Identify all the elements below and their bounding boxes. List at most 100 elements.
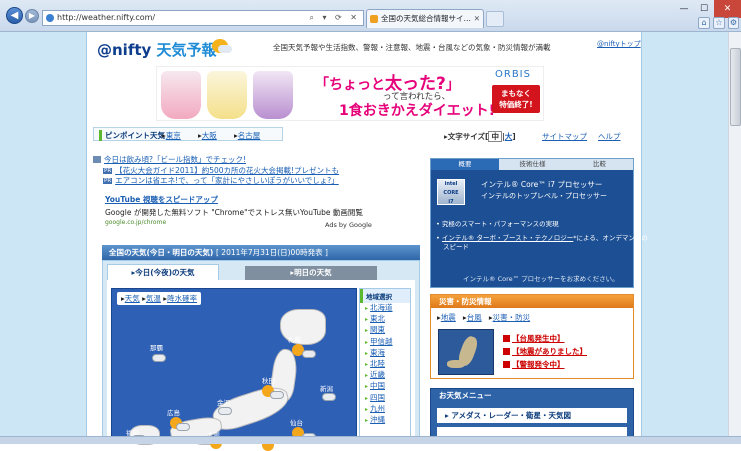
- url-text: http://weather.nifty.com/: [57, 13, 156, 22]
- national-weather-title: 全国の天気(今日・明日の天気): [109, 248, 214, 257]
- land-hokkaido: [280, 309, 326, 345]
- intel-tab-overview[interactable]: 概要: [431, 159, 499, 170]
- weather-menu-title: お天気メニュー: [439, 391, 492, 400]
- smoothie-banana-image: [207, 71, 247, 119]
- link-typhoon[interactable]: 台風: [467, 313, 482, 322]
- sitemap-link[interactable]: サイトマップ: [542, 131, 587, 142]
- orbis-logo: ORBIS: [495, 69, 531, 80]
- home-icon[interactable]: ⌂: [698, 17, 710, 29]
- region-kinki[interactable]: 近畿: [360, 370, 410, 381]
- minimize-button[interactable]: —: [674, 0, 694, 18]
- scrollbar-thumb[interactable]: [730, 48, 741, 126]
- pr-badge: PR: [103, 178, 113, 184]
- logo-nifty: @nifty: [97, 41, 152, 59]
- city-label-akita[interactable]: 秋田: [262, 375, 275, 385]
- favorites-star-icon[interactable]: ☆: [713, 17, 725, 29]
- region-chugoku[interactable]: 中国: [360, 381, 410, 392]
- mode-weather[interactable]: 天気: [125, 294, 140, 303]
- site-logo[interactable]: @nifty 天気予報: [97, 39, 217, 60]
- nifty-top-link[interactable]: @niftyトップ: [597, 39, 641, 49]
- news-item[interactable]: PR エアコンは省エネ!で、って「家計にやさしいぽうがいいでしょ?」: [103, 175, 339, 186]
- region-hokuriku[interactable]: 北陸: [360, 359, 410, 370]
- address-bar-buttons[interactable]: ⌕ ▾ ⟳ ✕: [309, 11, 360, 25]
- intel-product-name: インテル® Core™ i7 プロセッサー: [481, 180, 603, 189]
- city-label-hiroshima[interactable]: 広島: [167, 407, 180, 417]
- intel-feature-1: • 究極のスマート・パフォーマンスの実現: [436, 220, 559, 228]
- mode-temperature[interactable]: 気温: [146, 294, 161, 303]
- logo-cloud-icon: [218, 45, 232, 53]
- tab-favicon-icon: [370, 15, 378, 23]
- help-link[interactable]: ヘルプ: [598, 131, 621, 142]
- new-tab-button[interactable]: [486, 11, 504, 27]
- disaster-map-thumbnail[interactable]: [438, 329, 494, 375]
- news-item[interactable]: 今日は飲み頃?「ビール指数」でチェック!: [93, 154, 246, 165]
- alert-icon: [503, 335, 510, 342]
- alert-icon: [503, 348, 510, 355]
- page-viewport: @nifty 天気予報 全国天気予報や生活指数、警報・注意報、地震・台風などの気…: [0, 32, 741, 451]
- region-tokai[interactable]: 東海: [360, 348, 410, 359]
- logo-tenki: 天気予報: [156, 41, 217, 59]
- region-kanto[interactable]: 関東: [360, 325, 410, 336]
- font-size-control: ▸文字サイズ[中 |大]: [444, 131, 516, 142]
- address-bar[interactable]: http://weather.nifty.com/ ⌕ ▾ ⟳ ✕: [42, 10, 364, 26]
- font-size-medium[interactable]: 中: [488, 131, 502, 142]
- pinpoint-city-nagoya[interactable]: 名古屋: [238, 131, 261, 140]
- tab-today-weather[interactable]: ▸今日(今夜)の天気: [107, 264, 219, 280]
- region-hokkaido[interactable]: 北海道: [360, 303, 410, 314]
- tools-gear-icon[interactable]: ⚙: [728, 17, 739, 29]
- alert-warning[interactable]: 【警報発令中】: [503, 359, 565, 370]
- region-koshinetsu[interactable]: 甲信越: [360, 337, 410, 348]
- back-button[interactable]: ◀: [6, 7, 23, 24]
- alert-earthquake[interactable]: 【地震がありました】: [503, 346, 587, 357]
- map-mode-selector: ▸天気 ▸気温 ▸降水確率: [117, 292, 202, 305]
- ads-by-google-label[interactable]: Ads by Google: [325, 221, 372, 229]
- intel-ad[interactable]: 概要 技術仕様 比較 intel CORE i7 インテル® Core™ i7 プロ…: [430, 158, 648, 288]
- city-label-niigata[interactable]: 新潟: [320, 383, 333, 393]
- banner-sale-button[interactable]: まもなく 特価終了!: [492, 85, 540, 113]
- intel-tab-compare[interactable]: 比較: [566, 159, 633, 170]
- region-shikoku[interactable]: 四国: [360, 393, 410, 404]
- pinpoint-city-tokyo[interactable]: 東京: [166, 131, 181, 140]
- link-disaster-prevention[interactable]: 災害・防災: [493, 313, 531, 322]
- intel-tab-specs[interactable]: 技術仕様: [499, 159, 566, 170]
- cloud-icon: [302, 350, 316, 358]
- region-kyushu[interactable]: 九州: [360, 404, 410, 415]
- site-favicon-icon: [46, 14, 54, 22]
- disaster-info-panel: 災害・防災情報 ▸地震 ▸台風 ▸災害・防災 【台風発生中】 【地震がありました…: [430, 294, 634, 379]
- pinpoint-weather-bar: ピンポイント天気 ▸東京 ▸大阪 ▸名古屋: [93, 127, 283, 141]
- region-header: 地域選択: [360, 289, 410, 303]
- disaster-title: 災害・防災情報: [431, 295, 633, 308]
- browser-chrome: ◀ ▶ http://weather.nifty.com/ ⌕ ▾ ⟳ ✕ 全国…: [0, 0, 741, 32]
- ad-title[interactable]: YouTube 視聴をスピードアップ: [105, 194, 363, 205]
- city-label-sendai[interactable]: 仙台: [290, 417, 303, 427]
- vertical-scrollbar[interactable]: [728, 32, 741, 444]
- city-label-sapporo[interactable]: 札幌: [288, 334, 301, 344]
- banner-diet-text: 1食おきかえダイエット!: [339, 103, 495, 119]
- mode-precipitation[interactable]: 降水確率: [167, 294, 197, 303]
- ad-banner[interactable]: 「ちょっと太った?」 って言われたら、 1食おきかえダイエット! ORBIS ま…: [156, 66, 544, 121]
- city-label-kanazawa[interactable]: 金沢: [217, 397, 230, 407]
- alert-typhoon[interactable]: 【台風発生中】: [503, 333, 565, 344]
- status-bar: [0, 436, 741, 444]
- region-okinawa[interactable]: 沖縄: [360, 415, 410, 426]
- close-window-button[interactable]: ✕: [714, 0, 741, 18]
- pinpoint-city-osaka[interactable]: 大阪: [202, 131, 217, 140]
- disaster-links: ▸地震 ▸台風 ▸災害・防災: [437, 313, 531, 322]
- alert-icon: [503, 361, 510, 368]
- intel-feature-2-cont: スピード: [443, 243, 469, 251]
- browser-tab[interactable]: 全国の天気総合情報サイ… ✕: [366, 9, 484, 28]
- forward-button[interactable]: ▶: [25, 9, 39, 23]
- link-earthquake[interactable]: 地震: [441, 313, 456, 322]
- intel-tabs: 概要 技術仕様 比較: [431, 159, 633, 170]
- region-tohoku[interactable]: 東北: [360, 314, 410, 325]
- tab-close-icon[interactable]: ✕: [474, 10, 480, 28]
- cloud-icon: [176, 423, 190, 431]
- cloud-icon: [152, 354, 166, 362]
- city-label-naha[interactable]: 那覇: [150, 342, 163, 352]
- menu-item-amedas[interactable]: ▸ アメダス・レーダー・衛星・天気図: [437, 408, 627, 423]
- maximize-button[interactable]: ☐: [694, 0, 714, 18]
- national-weather-header: 全国の天気(今日・明日の天気) [ 2011年7月31日(日)00時発表 ]: [102, 245, 420, 260]
- tab-tomorrow-weather[interactable]: ▸明日の天気: [245, 266, 377, 280]
- japan-weather-map[interactable]: ▸天気 ▸気温 ▸降水確率 札幌 那覇 秋田 新潟 金沢 仙台 広島 大阪 福岡…: [111, 288, 357, 451]
- intel-core-i7-badge: intel CORE i7: [437, 179, 465, 205]
